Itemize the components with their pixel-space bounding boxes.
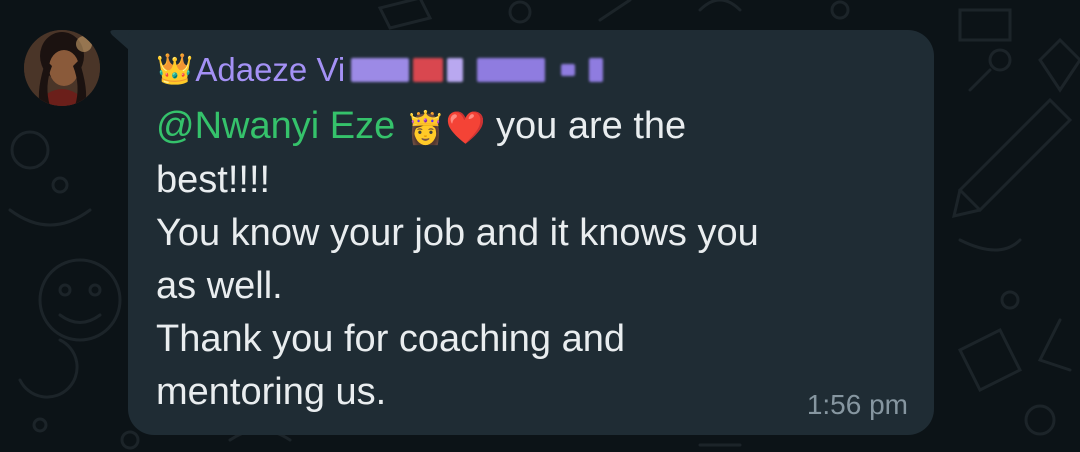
message-line-6: mentoring us.	[156, 371, 387, 414]
message-bubble[interactable]: 👑 Adaeze Vi @Nwanyi Eze 👸❤️ you are the …	[128, 30, 934, 435]
sender-avatar[interactable]	[24, 30, 100, 106]
message-line-5: Thank you for coaching and	[156, 318, 625, 361]
message-timestamp: 1:56 pm	[806, 389, 908, 420]
crown-icon: 👑	[156, 53, 194, 86]
mention-link[interactable]: @Nwanyi Eze	[156, 105, 395, 147]
avatar-photo	[24, 30, 100, 106]
message-line-1: @Nwanyi Eze 👸❤️ you are the	[156, 100, 896, 154]
princess-heart-emoji-icon: 👸❤️	[405, 109, 486, 146]
message-text: @Nwanyi Eze 👸❤️ you are the best!!!! You…	[156, 100, 896, 419]
redacted-name-blur	[351, 58, 604, 82]
message-line-4: as well.	[156, 265, 283, 308]
sender-name[interactable]: Adaeze Vi	[195, 51, 345, 89]
message-line-3: You know your job and it knows you	[156, 212, 759, 255]
message-text-line-1: you are the	[485, 105, 687, 147]
message-line-2: best!!!!	[156, 159, 271, 202]
sender-name-row[interactable]: 👑 Adaeze Vi	[156, 48, 604, 92]
